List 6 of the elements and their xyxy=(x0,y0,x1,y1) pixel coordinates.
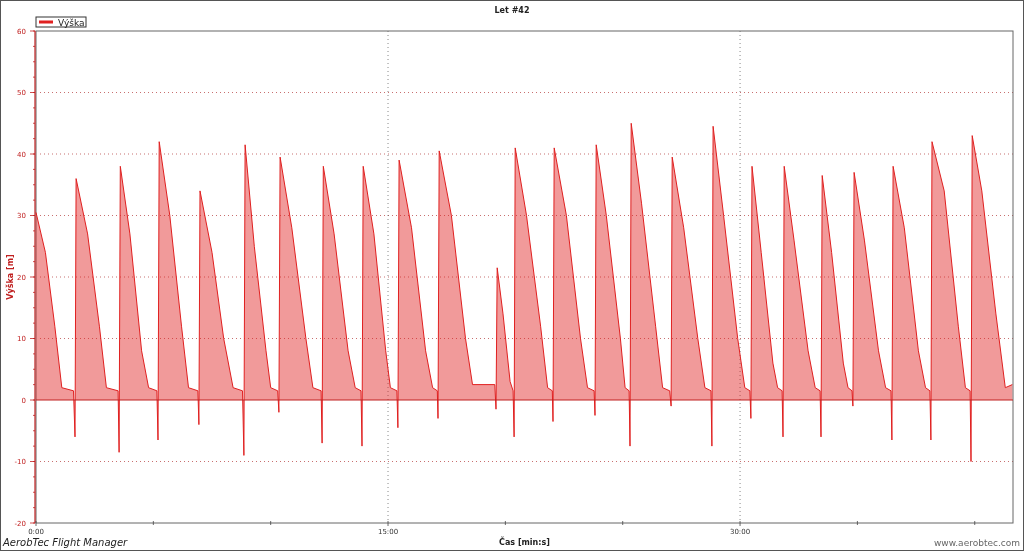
x-axis-label: Čas [min:s] xyxy=(499,538,550,547)
app-name: AerobTec Flight Manager xyxy=(3,537,128,548)
website-credit: www.aerobtec.com xyxy=(934,538,1020,548)
y-axis-label: Výška [m] xyxy=(6,254,15,300)
legend-label: Výška xyxy=(58,18,85,28)
chart-title: Let #42 xyxy=(494,6,530,15)
